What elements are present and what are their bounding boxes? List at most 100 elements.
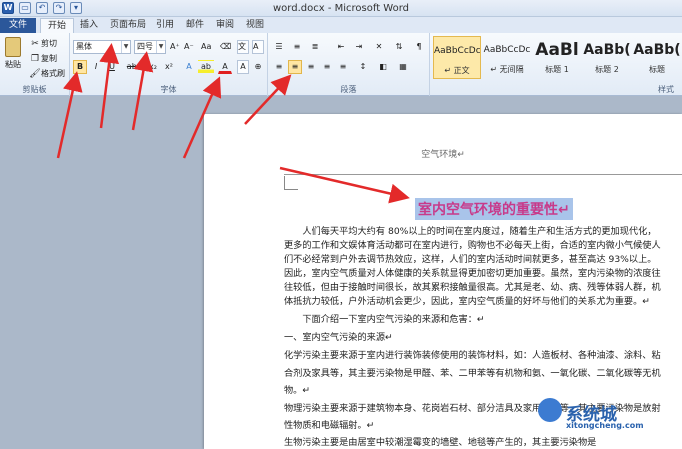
page-header: 空气环境↵ <box>421 150 465 160</box>
title-bar: W ▭ ↶ ↷ ▾ word.docx - Microsoft Word <box>0 0 682 17</box>
char-border-icon[interactable]: A <box>252 40 264 54</box>
text-line[interactable]: 因此，室内空气质量对人体健康的关系就显得更加密切更加重要。虽然，室内污染物的浓度… <box>284 267 682 281</box>
style-name: ↵ 无间隔 <box>490 65 524 74</box>
font-size-value: 四号 <box>137 42 153 51</box>
enclose-char-icon[interactable]: ⊕ <box>252 60 264 74</box>
tab-view[interactable]: 视图 <box>239 18 271 33</box>
format-painter-label: 格式刷 <box>41 69 65 78</box>
paste-button[interactable]: 粘贴 <box>2 35 24 75</box>
document-area: 空气环境↵ 室内空气环境的重要性↵ 人们每天平均大约有 80%以上的时间在室内度… <box>0 96 682 449</box>
style-heading-2[interactable]: AaBb( 标题 2 <box>583 36 631 79</box>
text-line[interactable]: 下面介绍一下室内空气污染的来源和危害：↵ <box>284 313 682 327</box>
style-name: 标题 1 <box>545 65 569 74</box>
increase-indent-icon[interactable]: ⇥ <box>352 40 366 54</box>
window-title: word.docx - Microsoft Word <box>273 3 409 14</box>
style-no-spacing[interactable]: AaBbCcDc ↵ 无间隔 <box>483 36 531 79</box>
margin-corner-mark <box>284 176 298 190</box>
style-name: 标题 <box>649 65 665 74</box>
style-title[interactable]: AaBb( 标题 <box>633 36 681 79</box>
document-page[interactable]: 空气环境↵ 室内空气环境的重要性↵ 人们每天平均大约有 80%以上的时间在室内度… <box>204 114 682 449</box>
chevron-down-icon: ▼ <box>156 41 165 53</box>
text-line[interactable]: 物。↵ <box>284 384 682 398</box>
paragraph-group: ☰ ≡ ≣ ⇤ ⇥ ✕ ⇅ ¶ ≡ ≡ ≡ ≡ ≡ ↕ ◧ ▦ 段落 <box>268 33 430 96</box>
clipboard-group-label: 剪贴板 <box>22 85 47 94</box>
style-normal[interactable]: AaBbCcDc ↵ 正文 <box>433 36 481 79</box>
text-line[interactable]: 体抵抗力较低，户外活动机会更少，因此，室内空气质量的好坏与他们的关系尤为重要。↵ <box>284 295 682 309</box>
justify-icon[interactable]: ≡ <box>320 60 334 74</box>
font-name-value: 黑体 <box>76 42 92 51</box>
tab-file[interactable]: 文件 <box>0 18 36 33</box>
line-spacing-icon[interactable]: ↕ <box>356 60 370 74</box>
tab-insert[interactable]: 插入 <box>73 18 105 33</box>
highlight-color-icon[interactable]: ab <box>198 60 214 74</box>
underline-button[interactable]: U <box>105 60 119 74</box>
align-left-icon[interactable]: ≡ <box>272 60 286 74</box>
style-heading-1[interactable]: AaBl 标题 1 <box>533 36 581 79</box>
chinese-layout-icon[interactable]: ✕ <box>372 40 386 54</box>
header-divider <box>284 174 682 175</box>
tab-mailings[interactable]: 邮件 <box>179 18 211 33</box>
clear-format-icon[interactable]: ⌫ <box>219 40 233 54</box>
font-color-icon[interactable]: A <box>218 60 232 74</box>
clipboard-group: 粘贴 ✂ 剪切 ❐ 复制 🖌格式刷 剪贴板 <box>0 33 70 96</box>
ribbon: 粘贴 ✂ 剪切 ❐ 复制 🖌格式刷 剪贴板 黑体 ▼ 四号 ▼ A⁺ A⁻ Aa ⌫ 文… <box>0 33 682 96</box>
style-sample: AaBb( <box>633 42 681 58</box>
text-line[interactable]: 们不必经常到户外去调节热效应，这样，人们的室内活动时间就更多，甚至高达 93%以… <box>284 253 682 267</box>
bold-button[interactable]: B <box>73 60 87 74</box>
shrink-font-button[interactable]: A⁻ <box>183 40 196 54</box>
italic-button[interactable]: I <box>90 60 102 74</box>
distribute-icon[interactable]: ≡ <box>336 60 350 74</box>
scissors-icon: ✂ <box>31 39 39 49</box>
font-name-combo[interactable]: 黑体 ▼ <box>73 40 131 54</box>
sort-icon[interactable]: ⇅ <box>392 40 406 54</box>
chevron-down-icon: ▼ <box>121 41 130 53</box>
cut-button[interactable]: ✂ 剪切 <box>28 37 58 51</box>
tab-home[interactable]: 开始 <box>40 18 75 33</box>
change-case-button[interactable]: Aa <box>200 40 214 54</box>
style-sample: AaBl <box>535 40 579 60</box>
tab-review[interactable]: 审阅 <box>209 18 241 33</box>
copy-icon: ❐ <box>30 54 40 64</box>
copy-label: 复制 <box>41 54 57 63</box>
strikethrough-button[interactable]: abc <box>125 60 143 74</box>
style-name: 标题 2 <box>595 65 619 74</box>
ribbon-tabs: 文件 开始 插入 页面布局 引用 邮件 审阅 视图 <box>0 17 682 33</box>
paragraph-group-label: 段落 <box>340 85 357 94</box>
text-line[interactable]: 更多的工作和文娱体育活动都可在室内进行，购物也不必每天上街，合适的室内微小气候使… <box>284 239 682 253</box>
bullets-icon[interactable]: ☰ <box>272 40 286 54</box>
font-size-combo[interactable]: 四号 ▼ <box>134 40 166 54</box>
text-line[interactable]: 一、室内空气污染的来源↵ <box>284 331 682 345</box>
text-line[interactable]: 化学污染主要来源于室内进行装饰装修使用的装饰材料，如：人造板材、各种油漆、涂料、… <box>284 349 682 363</box>
subscript-button[interactable]: x₂ <box>146 60 160 74</box>
align-right-icon[interactable]: ≡ <box>304 60 318 74</box>
multilevel-list-icon[interactable]: ≣ <box>308 40 322 54</box>
align-center-icon[interactable]: ≡ <box>288 60 302 74</box>
decrease-indent-icon[interactable]: ⇤ <box>334 40 348 54</box>
style-name: ↵ 正文 <box>444 66 470 75</box>
cut-label: 剪切 <box>41 39 57 48</box>
grow-font-button[interactable]: A⁺ <box>169 40 182 54</box>
text-line[interactable]: 人们每天平均大约有 80%以上的时间在室内度过，随着生产和生活方式的更加现代化， <box>284 225 682 239</box>
document-title[interactable]: 室内空气环境的重要性↵ <box>415 198 573 220</box>
copy-button[interactable]: ❐ 复制 <box>28 52 58 66</box>
text-line[interactable]: 生物污染主要是由居室中较潮湿霉变的墙壁、地毯等产生的，其主要污染物是 <box>284 436 682 449</box>
shading-icon[interactable]: ◧ <box>376 60 390 74</box>
char-shading-icon[interactable]: A <box>237 60 249 74</box>
text-line[interactable]: 往较低，但由于接触时间很长，故其累积接触量很高。尤其是老、幼、病、残等体弱人群，… <box>284 281 682 295</box>
text-effects-icon[interactable]: A <box>182 60 196 74</box>
font-group-label: 字体 <box>160 85 177 94</box>
superscript-button[interactable]: x² <box>162 60 176 74</box>
text-line[interactable]: 物理污染主要来源于建筑物本身、花岗岩石材、部分洁具及家用电器等，其主要污染物是放… <box>284 402 682 416</box>
text-line[interactable]: 合剂及家具等，其主要污染物是甲醛、苯、二甲苯等有机物和氨、一氧化碳、二氧化碳等无… <box>284 367 682 381</box>
style-sample: AaBbCcDc <box>483 45 531 55</box>
styles-group: AaBbCcDc ↵ 正文 AaBbCcDc ↵ 无间隔 AaBl 标题 1 A… <box>430 33 682 96</box>
numbering-icon[interactable]: ≡ <box>290 40 304 54</box>
show-marks-icon[interactable]: ¶ <box>412 40 426 54</box>
phonetic-guide-icon[interactable]: 文 <box>237 40 249 54</box>
paste-icon <box>5 37 21 57</box>
borders-icon[interactable]: ▦ <box>396 60 410 74</box>
tab-references[interactable]: 引用 <box>149 18 181 33</box>
styles-group-label: 样式 <box>658 85 674 94</box>
format-painter-button[interactable]: 🖌格式刷 <box>28 67 66 81</box>
tab-page-layout[interactable]: 页面布局 <box>103 18 153 33</box>
